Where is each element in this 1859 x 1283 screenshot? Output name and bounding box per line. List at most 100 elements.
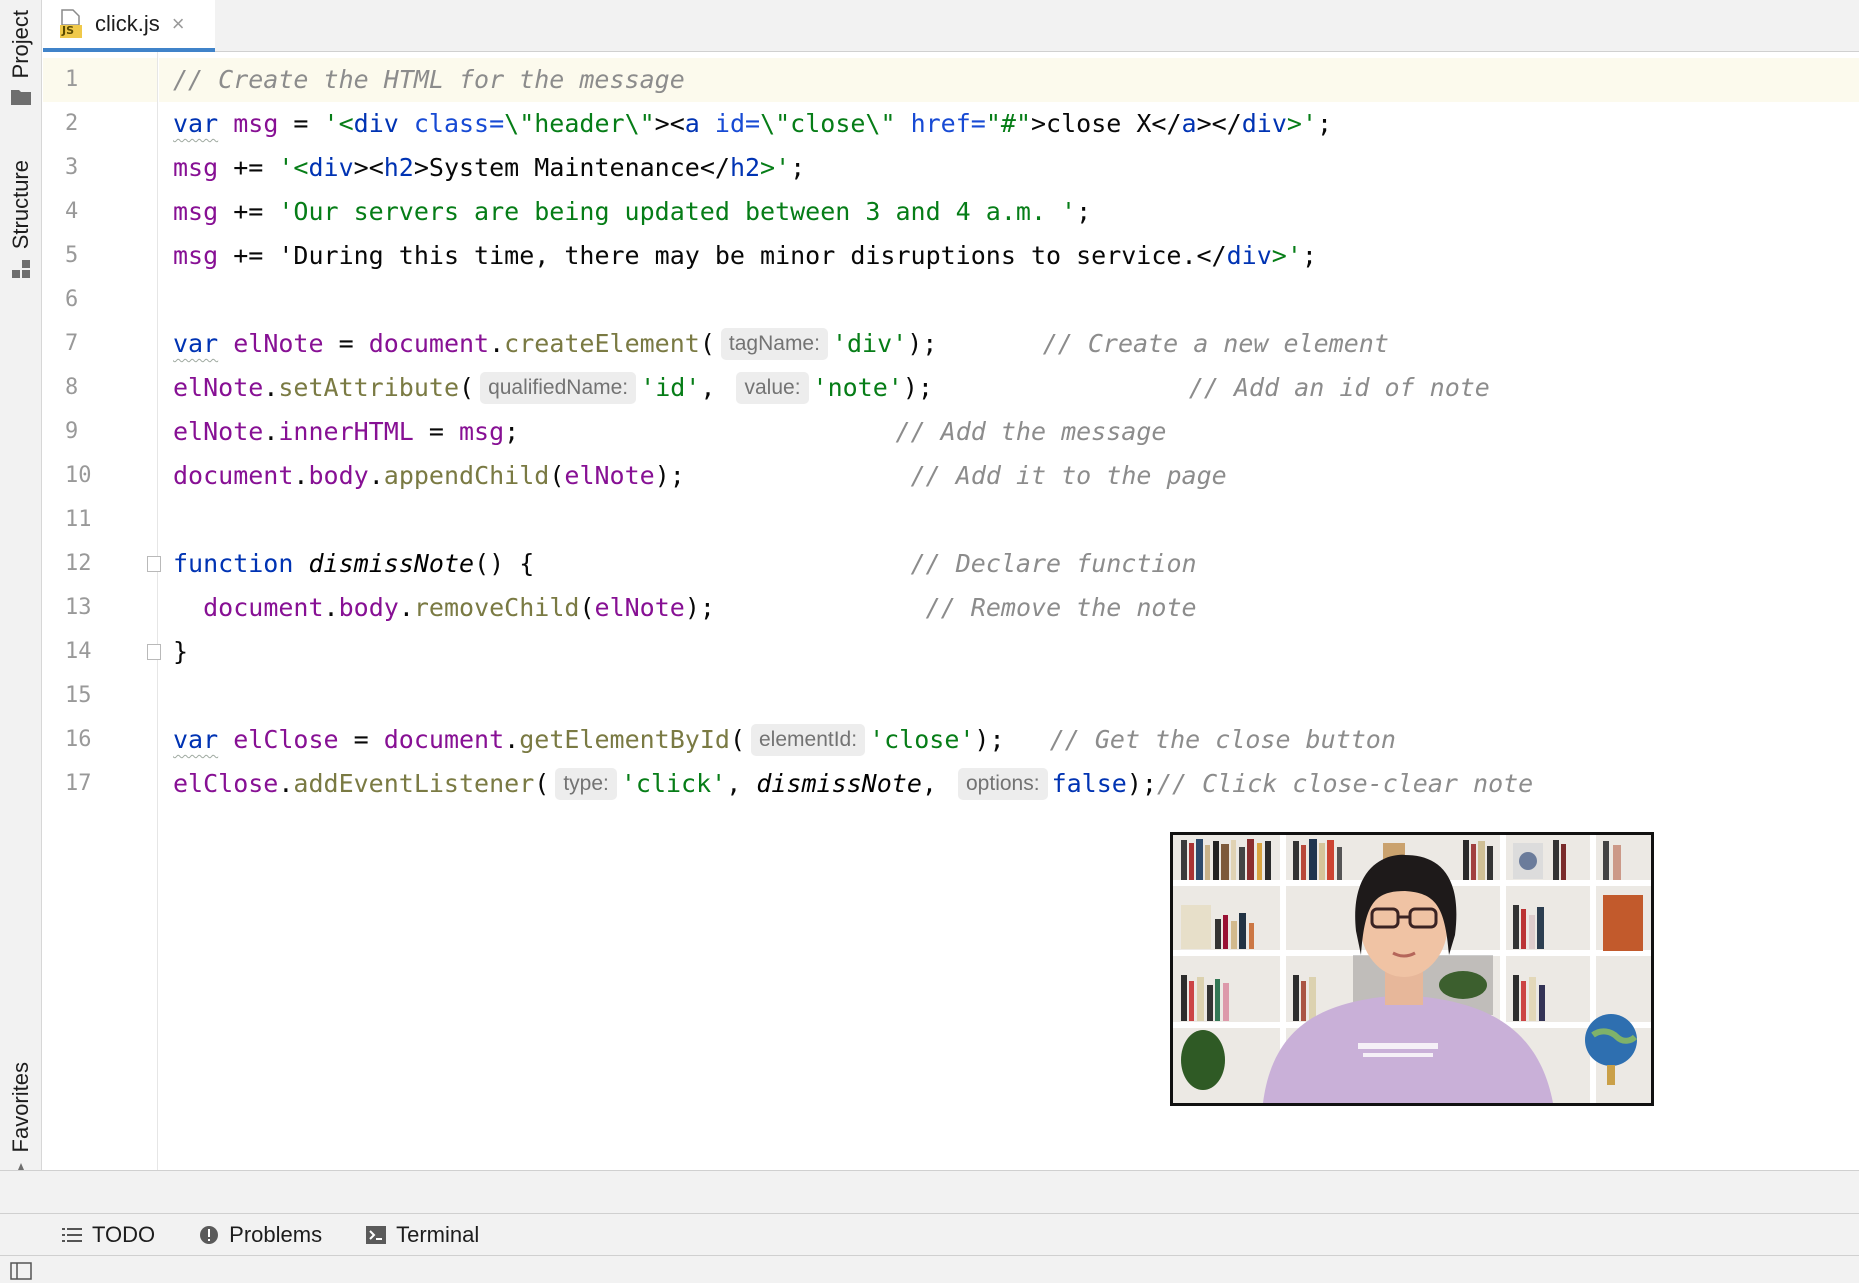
code-line-8[interactable]: elNote.setAttribute(qualifiedName:'id', …	[159, 366, 1859, 410]
punctuation: ,	[700, 373, 731, 402]
structure-icon	[11, 259, 31, 284]
comment: // Add the message	[895, 417, 1167, 446]
operator: +=	[218, 241, 279, 270]
identifier: elNote	[173, 373, 264, 402]
spacing	[1005, 725, 1050, 754]
html-tag: div	[1241, 109, 1287, 138]
line-number: 15	[65, 683, 92, 708]
string: 'note'	[812, 373, 903, 402]
line-number: 7	[65, 331, 79, 356]
punctuation: .	[293, 461, 309, 490]
string: >close X</	[1031, 109, 1182, 138]
bottom-tool-bar: TODO Problems Terminal	[0, 1213, 1859, 1255]
punctuation: (	[549, 461, 565, 490]
method: appendChild	[383, 461, 550, 490]
html-tag: div	[1226, 241, 1272, 270]
line-number: 4	[65, 199, 79, 224]
string: "#"	[985, 109, 1031, 138]
line-number-gutter: 1 2 3 4 5 6 7 8 9 10 11 12 13 14 15 16 17	[43, 52, 161, 1170]
string: >'	[1286, 109, 1317, 138]
close-icon[interactable]: ×	[172, 13, 185, 35]
folder-icon	[10, 88, 32, 111]
terminal-tool-button[interactable]: Terminal	[366, 1222, 479, 1248]
string: ></	[1196, 109, 1242, 138]
html-tag: div	[353, 109, 399, 138]
tab-click-js[interactable]: JS click.js ×	[43, 0, 215, 52]
identifier: document	[368, 329, 490, 358]
code-line-10[interactable]: document.body.appendChild(elNote); // Ad…	[159, 454, 1859, 498]
punctuation: (	[699, 329, 715, 358]
html-tag: a	[684, 109, 700, 138]
code-line-7[interactable]: var elNote = document.createElement(tagN…	[159, 322, 1859, 366]
tab-label: click.js	[95, 11, 160, 36]
line-number: 13	[65, 595, 92, 620]
property: innerHTML	[278, 417, 414, 446]
code-line-16[interactable]: var elClose = document.getElementById(el…	[159, 718, 1859, 762]
layout-toggle-icon[interactable]	[10, 1262, 32, 1280]
identifier: elClose	[173, 769, 279, 798]
line-number: 12	[43, 542, 161, 586]
punctuation: );	[907, 329, 938, 358]
operator: =	[323, 329, 369, 358]
code-line-5[interactable]: msg += 'During this time, there may be m…	[159, 234, 1859, 278]
line-number: 5	[65, 243, 79, 268]
punctuation: ;	[790, 153, 806, 182]
html-attr: id=	[699, 109, 761, 138]
webcam-overlay	[1170, 832, 1654, 1106]
method: addEventListener	[293, 769, 535, 798]
string: 'id'	[640, 373, 701, 402]
method: createElement	[504, 329, 700, 358]
string: 'close'	[869, 725, 975, 754]
js-icon-text: JS	[62, 24, 75, 37]
parameter-hint: options:	[958, 768, 1048, 800]
tool-window-strip	[0, 1170, 1859, 1213]
code-line-17[interactable]: elClose.addEventListener(type:'click', d…	[159, 762, 1859, 806]
code-line-2[interactable]: var msg = '<div class=\"header\"><a id=\…	[159, 102, 1859, 146]
code-line-14[interactable]: }	[159, 630, 1859, 674]
line-number: 16	[65, 727, 92, 752]
todo-label: TODO	[92, 1221, 156, 1247]
punctuation: }	[173, 637, 189, 666]
string: >'	[1271, 241, 1302, 270]
project-tool-tab[interactable]: Project	[0, 10, 42, 111]
exclamation-icon	[200, 1225, 219, 1244]
code-line-6[interactable]	[159, 278, 1859, 322]
spacing	[519, 417, 895, 446]
code-line-3[interactable]: msg += '<div><h2>System Maintenance</h2>…	[159, 146, 1859, 190]
code-line-4[interactable]: msg += 'Our servers are being updated be…	[159, 190, 1859, 234]
code-line-11[interactable]	[159, 498, 1859, 542]
project-tool-label: Project	[8, 10, 33, 79]
punctuation: ;	[1076, 197, 1092, 226]
property: body	[338, 593, 399, 622]
code-line-15[interactable]	[159, 674, 1859, 718]
function-name: dismissNote	[308, 549, 475, 578]
comment: // Add an id of note	[1188, 373, 1490, 402]
punctuation: .	[398, 593, 414, 622]
structure-tool-tab[interactable]: Structure	[0, 160, 42, 284]
identifier: elNote	[564, 461, 655, 490]
line-number-text: 14	[65, 639, 92, 664]
line-number: 10	[65, 463, 92, 488]
string: 'div'	[831, 329, 908, 358]
identifier: msg	[173, 153, 219, 182]
keyword: var	[173, 725, 219, 754]
comment: // Create the HTML for the message	[173, 65, 685, 94]
code-line-9[interactable]: elNote.innerHTML = msg; // Add the messa…	[159, 410, 1859, 454]
identifier: document	[173, 461, 294, 490]
html-tag: a	[1181, 109, 1197, 138]
webcam-video-frame	[1173, 835, 1651, 1103]
string: '<	[323, 109, 354, 138]
punctuation: ;	[504, 417, 520, 446]
punctuation: (	[534, 769, 550, 798]
code-line-1[interactable]: // Create the HTML for the message	[159, 58, 1859, 102]
line-number: 1	[43, 58, 157, 102]
problems-tool-button[interactable]: Problems	[199, 1222, 322, 1248]
comment: // Create a new element	[1042, 329, 1389, 358]
string: ><	[654, 109, 685, 138]
punctuation: ,	[726, 769, 757, 798]
code-line-13[interactable]: document.body.removeChild(elNote); // Re…	[159, 586, 1859, 630]
todo-tool-button[interactable]: TODO	[62, 1222, 155, 1248]
punctuation: );	[1126, 769, 1157, 798]
code-line-12[interactable]: function dismissNote() { // Declare func…	[159, 542, 1859, 586]
parameter-hint: type:	[555, 768, 617, 800]
